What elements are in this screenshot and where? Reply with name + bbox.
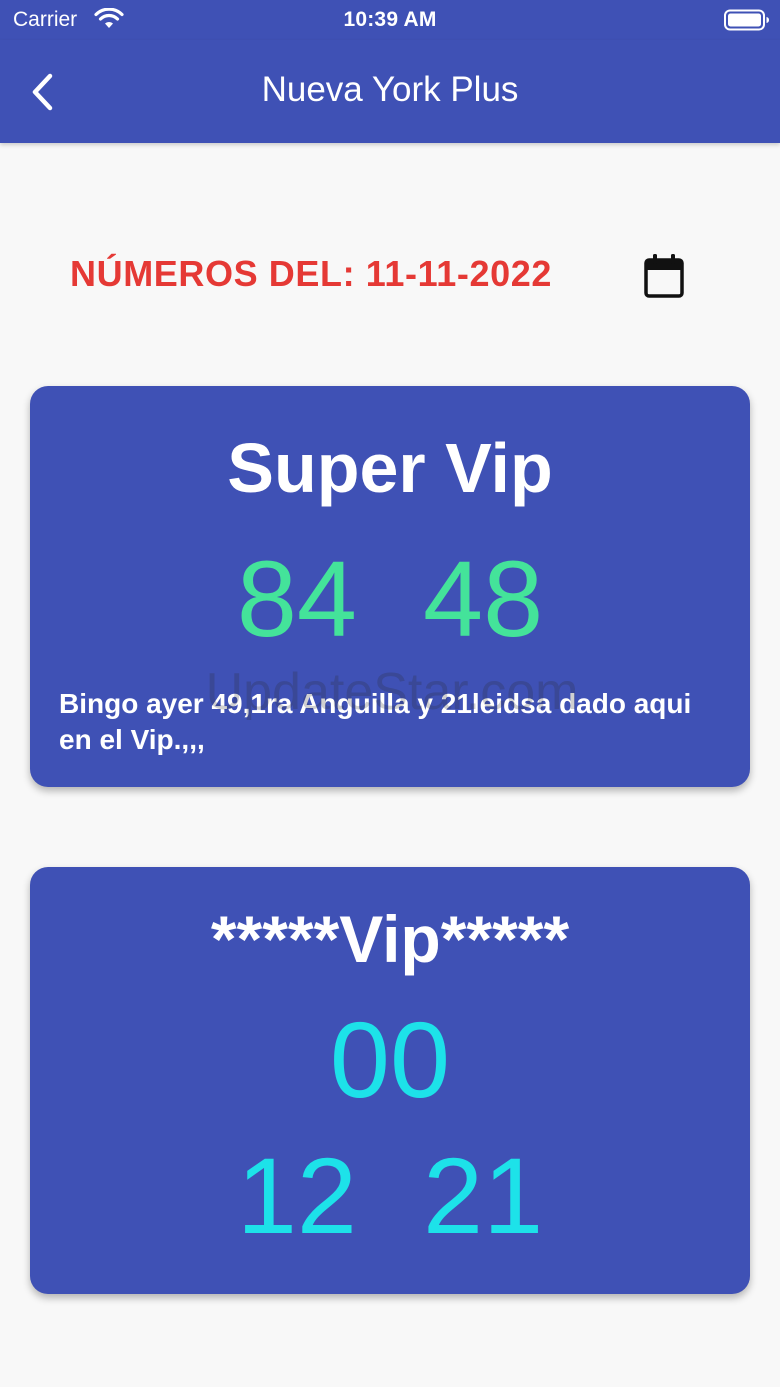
date-label: NÚMEROS DEL: 11-11-2022: [70, 253, 552, 294]
calendar-button[interactable]: [636, 248, 692, 304]
lottery-number: 48: [423, 538, 544, 659]
lottery-number: 84: [236, 538, 357, 659]
date-header: NÚMEROS DEL: 11-11-2022: [0, 244, 780, 304]
super-vip-card: Super Vip 84 48 Bingo ayer 49,1ra Anguil…: [30, 386, 750, 787]
card-title: Super Vip: [227, 429, 553, 507]
vip-card: *****Vip***** 00 12 21: [30, 867, 750, 1294]
number-row: 00: [30, 1001, 750, 1119]
status-bar: Carrier 10:39 AM: [0, 0, 780, 40]
card-note: Bingo ayer 49,1ra Anguilla y 21leidsa da…: [59, 688, 692, 755]
lottery-number: 21: [423, 1135, 544, 1256]
navigation-bar: Nueva York Plus: [0, 40, 780, 143]
lottery-number: 00: [329, 999, 451, 1120]
status-time: 10:39 AM: [343, 8, 437, 31]
card-title: *****Vip*****: [210, 902, 570, 976]
lottery-number: 12: [236, 1135, 357, 1256]
number-row: 84 48: [30, 540, 750, 658]
number-row: 12 21: [30, 1137, 750, 1255]
page-title: Nueva York Plus: [261, 70, 519, 109]
calendar-icon: [644, 254, 684, 298]
battery-icon: [724, 9, 769, 31]
